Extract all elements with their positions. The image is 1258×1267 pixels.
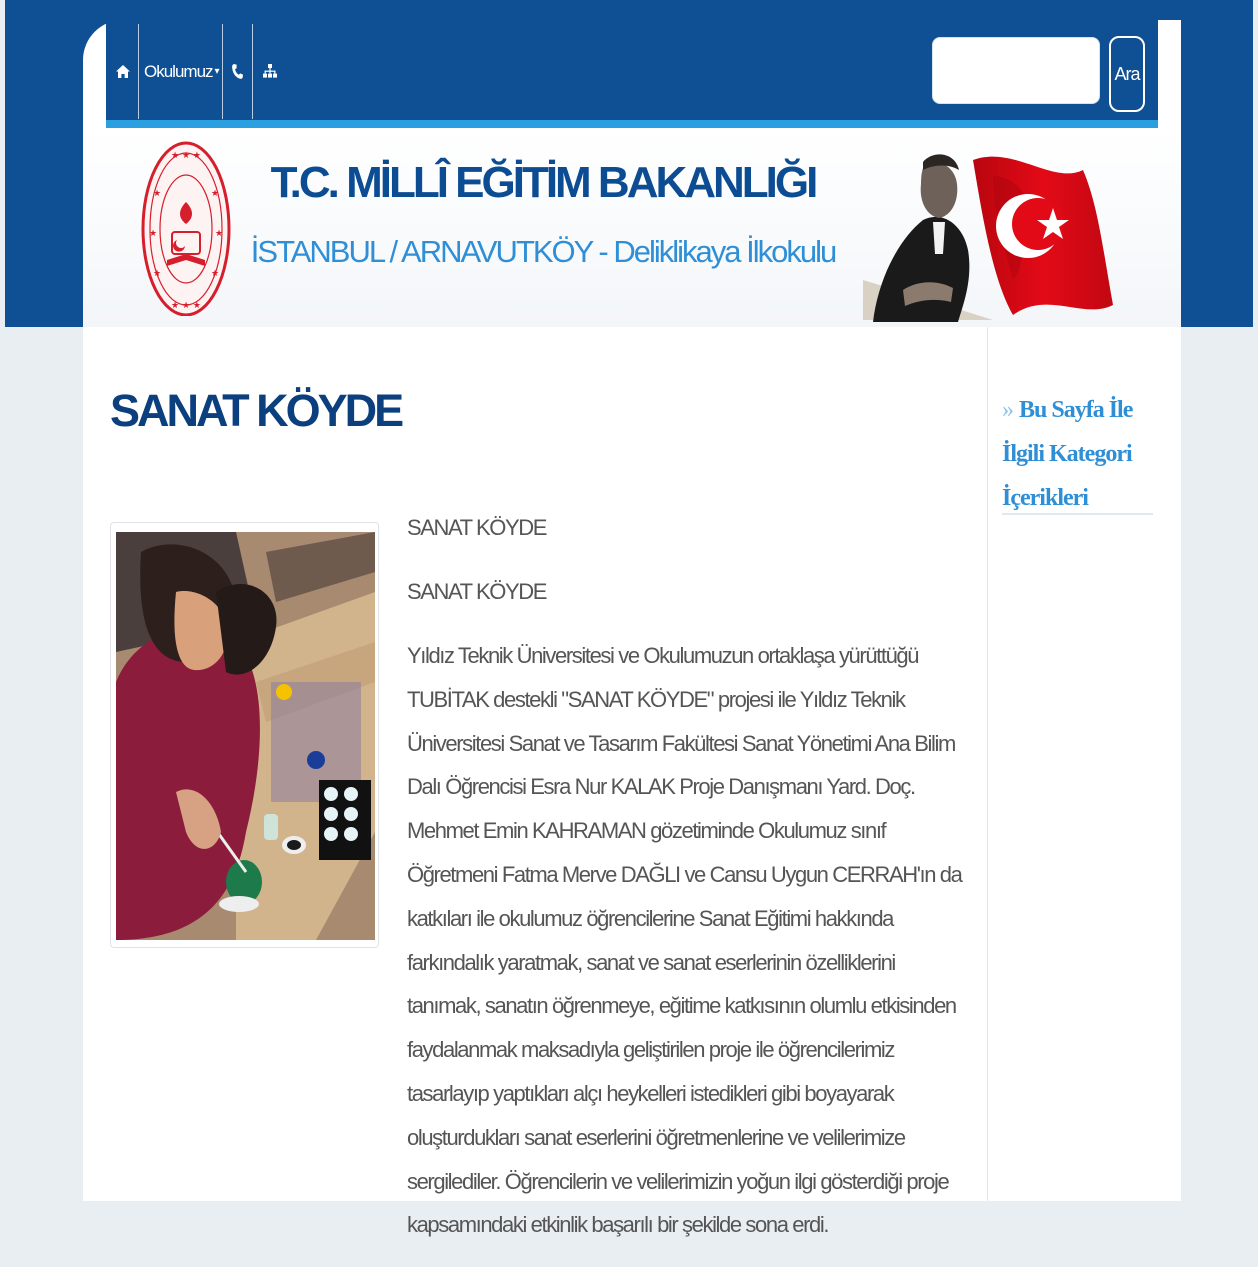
svg-text:★: ★ (211, 269, 219, 279)
search-box (932, 37, 1100, 104)
article-subtitle: SANAT KÖYDE (407, 579, 547, 604)
sidebar-heading[interactable]: » Bu Sayfa İle İlgili Kategori İçerikleri (1002, 388, 1162, 520)
article-photo-frame (110, 522, 379, 948)
nav-sitemap[interactable] (253, 24, 287, 119)
sidebar-rule (1002, 513, 1153, 515)
sitemap-icon (262, 64, 277, 79)
nav-okulumuz-label: Okulumuz (144, 61, 214, 81)
article-body: Yıldız Teknik Üniversitesi ve Okulumuzun… (407, 643, 963, 1238)
navbar-accent-stripe (106, 120, 1158, 128)
phone-icon (231, 64, 243, 79)
nav-okulumuz-dropdown[interactable]: Okulumuz ▾ (139, 24, 223, 119)
nav-home[interactable] (106, 24, 139, 119)
search-input[interactable] (933, 38, 1099, 103)
page-title: SANAT KÖYDE (110, 385, 404, 436)
svg-text:★: ★ (153, 269, 161, 279)
article-content: SANAT KÖYDE SANAT KÖYDE Yıldız Teknik Ün… (407, 506, 967, 1267)
home-icon (116, 65, 130, 78)
article-photo (116, 532, 375, 940)
top-navbar: Okulumuz ▾ Ara (106, 20, 1158, 120)
sidebar-divider (987, 327, 988, 1201)
nav-contact[interactable] (223, 24, 253, 119)
nav-menu: Okulumuz ▾ (106, 24, 287, 119)
search-button[interactable]: Ara (1109, 36, 1145, 112)
sidebar-heading-label: Bu Sayfa İle İlgili Kategori İçerikleri (1002, 397, 1133, 511)
site-header: ★ ★ ★ ★ ★ ★ ★ ★ ★ ★ ★ ★ T.C. MİLLÎ EĞİTİM B… (83, 128, 1181, 327)
svg-text:★ ★ ★: ★ ★ ★ (171, 301, 201, 311)
article-subtitle: SANAT KÖYDE (407, 515, 547, 540)
ataturk-flag-image (863, 130, 1113, 327)
chevron-down-icon: ▾ (214, 66, 220, 77)
double-chevron-right-icon: » (1002, 397, 1014, 423)
